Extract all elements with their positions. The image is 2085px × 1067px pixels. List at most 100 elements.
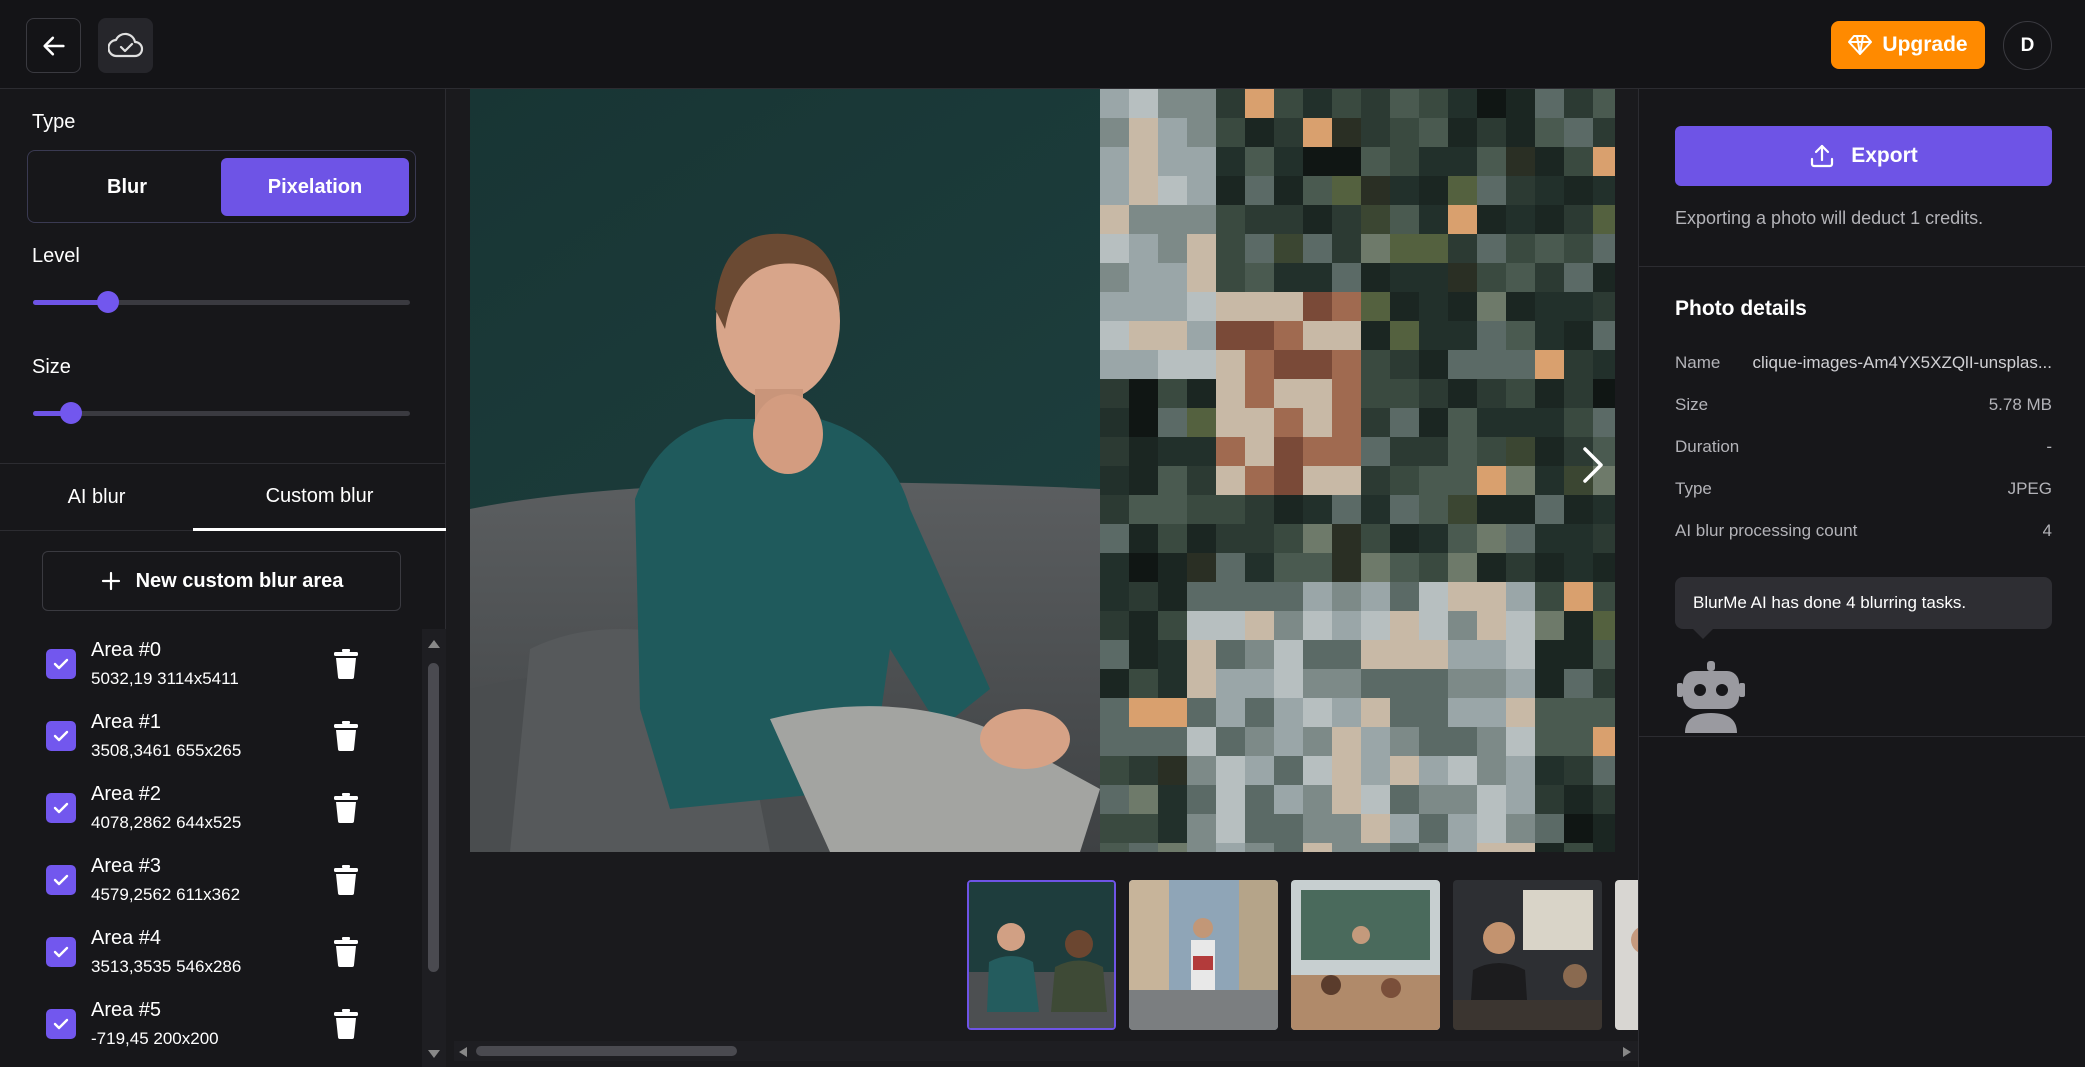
pixel-block xyxy=(1419,756,1448,785)
pixel-block xyxy=(1448,147,1477,176)
pixel-block xyxy=(1477,147,1506,176)
pixel-block xyxy=(1535,727,1564,756)
pixel-block xyxy=(1100,89,1129,118)
pixel-block xyxy=(1245,89,1274,118)
trash-icon[interactable] xyxy=(333,1009,359,1039)
pixel-block xyxy=(1361,611,1390,640)
scroll-thumb[interactable] xyxy=(428,663,439,972)
pixel-block xyxy=(1216,147,1245,176)
type-option-pixelation[interactable]: Pixelation xyxy=(221,158,409,216)
pixel-block xyxy=(1477,466,1506,495)
trash-icon[interactable] xyxy=(333,865,359,895)
upgrade-button[interactable]: Upgrade xyxy=(1831,21,1985,69)
pixel-block xyxy=(1390,814,1419,843)
area-list-scrollbar[interactable] xyxy=(422,629,446,1067)
area-row-0: Area #0 5032,19 3114x5411 xyxy=(0,629,420,701)
type-option-blur[interactable]: Blur xyxy=(35,158,219,216)
pixel-block xyxy=(1506,756,1535,785)
pixel-block xyxy=(1448,292,1477,321)
pixel-block xyxy=(1390,263,1419,292)
pixel-block xyxy=(1216,495,1245,524)
pixel-block xyxy=(1448,495,1477,524)
type-toggle: Blur Pixelation xyxy=(27,150,416,223)
pixel-block xyxy=(1361,379,1390,408)
cloud-sync-button[interactable] xyxy=(98,18,153,73)
area-coords: 5032,19 3114x5411 xyxy=(91,669,239,688)
trash-icon[interactable] xyxy=(333,721,359,751)
thumbnail-3[interactable] xyxy=(1291,880,1440,1030)
pixel-block xyxy=(1274,89,1303,118)
pixel-block xyxy=(1361,263,1390,292)
pixel-block xyxy=(1100,814,1129,843)
pixel-block xyxy=(1100,843,1129,852)
pixel-block xyxy=(1506,611,1535,640)
pixel-block xyxy=(1477,408,1506,437)
pixel-block xyxy=(1274,553,1303,582)
user-avatar[interactable]: D xyxy=(2003,21,2052,70)
pixel-block xyxy=(1245,524,1274,553)
pixel-block xyxy=(1129,118,1158,147)
level-slider-thumb[interactable] xyxy=(97,291,120,313)
area-checkbox[interactable] xyxy=(46,937,76,967)
trash-icon[interactable] xyxy=(333,937,359,967)
area-row-2: Area #2 4078,2862 644x525 xyxy=(0,773,420,845)
tab-custom-blur[interactable]: Custom blur xyxy=(193,464,446,531)
pixel-block xyxy=(1564,205,1593,234)
pixel-block xyxy=(1274,582,1303,611)
chevron-right-icon[interactable] xyxy=(1581,445,1605,485)
area-checkbox[interactable] xyxy=(46,649,76,679)
back-button[interactable] xyxy=(26,18,81,73)
area-checkbox[interactable] xyxy=(46,721,76,751)
tab-ai-blur[interactable]: AI blur xyxy=(0,464,193,531)
scroll-up-icon[interactable] xyxy=(427,639,441,649)
pixel-block xyxy=(1361,727,1390,756)
pixel-block xyxy=(1535,118,1564,147)
level-slider[interactable] xyxy=(33,291,410,313)
pixel-block xyxy=(1129,582,1158,611)
pixel-block xyxy=(1274,727,1303,756)
area-coords: 3513,3535 546x286 xyxy=(91,957,242,976)
pixel-block xyxy=(1419,466,1448,495)
thumbnail-image xyxy=(1291,880,1440,1030)
size-slider-thumb[interactable] xyxy=(59,402,82,424)
area-checkbox[interactable] xyxy=(46,865,76,895)
area-checkbox[interactable] xyxy=(46,1009,76,1039)
thumbnail-4[interactable] xyxy=(1453,880,1602,1030)
pixel-block xyxy=(1158,321,1187,350)
pixel-block xyxy=(1506,785,1535,814)
photo-preview[interactable] xyxy=(470,89,1615,852)
pixel-block xyxy=(1477,350,1506,379)
thumbnail-1[interactable] xyxy=(967,880,1116,1030)
pixel-block xyxy=(1564,640,1593,669)
pixel-block xyxy=(1245,785,1274,814)
pixel-block xyxy=(1506,437,1535,466)
scroll-thumb[interactable] xyxy=(476,1046,737,1056)
pixel-block xyxy=(1593,524,1615,553)
size-slider[interactable] xyxy=(33,402,410,424)
trash-icon[interactable] xyxy=(333,793,359,823)
pixel-block xyxy=(1100,147,1129,176)
pixel-block xyxy=(1593,640,1615,669)
new-custom-blur-area-button[interactable]: New custom blur area xyxy=(42,551,401,611)
pixel-block xyxy=(1303,814,1332,843)
thumbnail-scrollbar[interactable] xyxy=(454,1041,1638,1061)
pixel-block xyxy=(1361,437,1390,466)
thumbnail-5[interactable] xyxy=(1615,880,1638,1030)
export-button[interactable]: Export xyxy=(1675,126,2052,186)
pixel-block xyxy=(1535,176,1564,205)
area-coords: 3508,3461 655x265 xyxy=(91,741,242,760)
trash-icon[interactable] xyxy=(333,649,359,679)
top-bar: Upgrade D xyxy=(0,0,2085,89)
pixel-block xyxy=(1100,553,1129,582)
thumbnail-2[interactable] xyxy=(1129,880,1278,1030)
pixel-block xyxy=(1332,176,1361,205)
area-checkbox[interactable] xyxy=(46,793,76,823)
pixel-block xyxy=(1361,814,1390,843)
scroll-left-icon[interactable] xyxy=(458,1046,468,1058)
pixel-block xyxy=(1477,611,1506,640)
scroll-down-icon[interactable] xyxy=(427,1049,441,1059)
pixel-block xyxy=(1216,582,1245,611)
pixel-block xyxy=(1564,582,1593,611)
scroll-right-icon[interactable] xyxy=(1622,1046,1632,1058)
pixel-block xyxy=(1158,524,1187,553)
